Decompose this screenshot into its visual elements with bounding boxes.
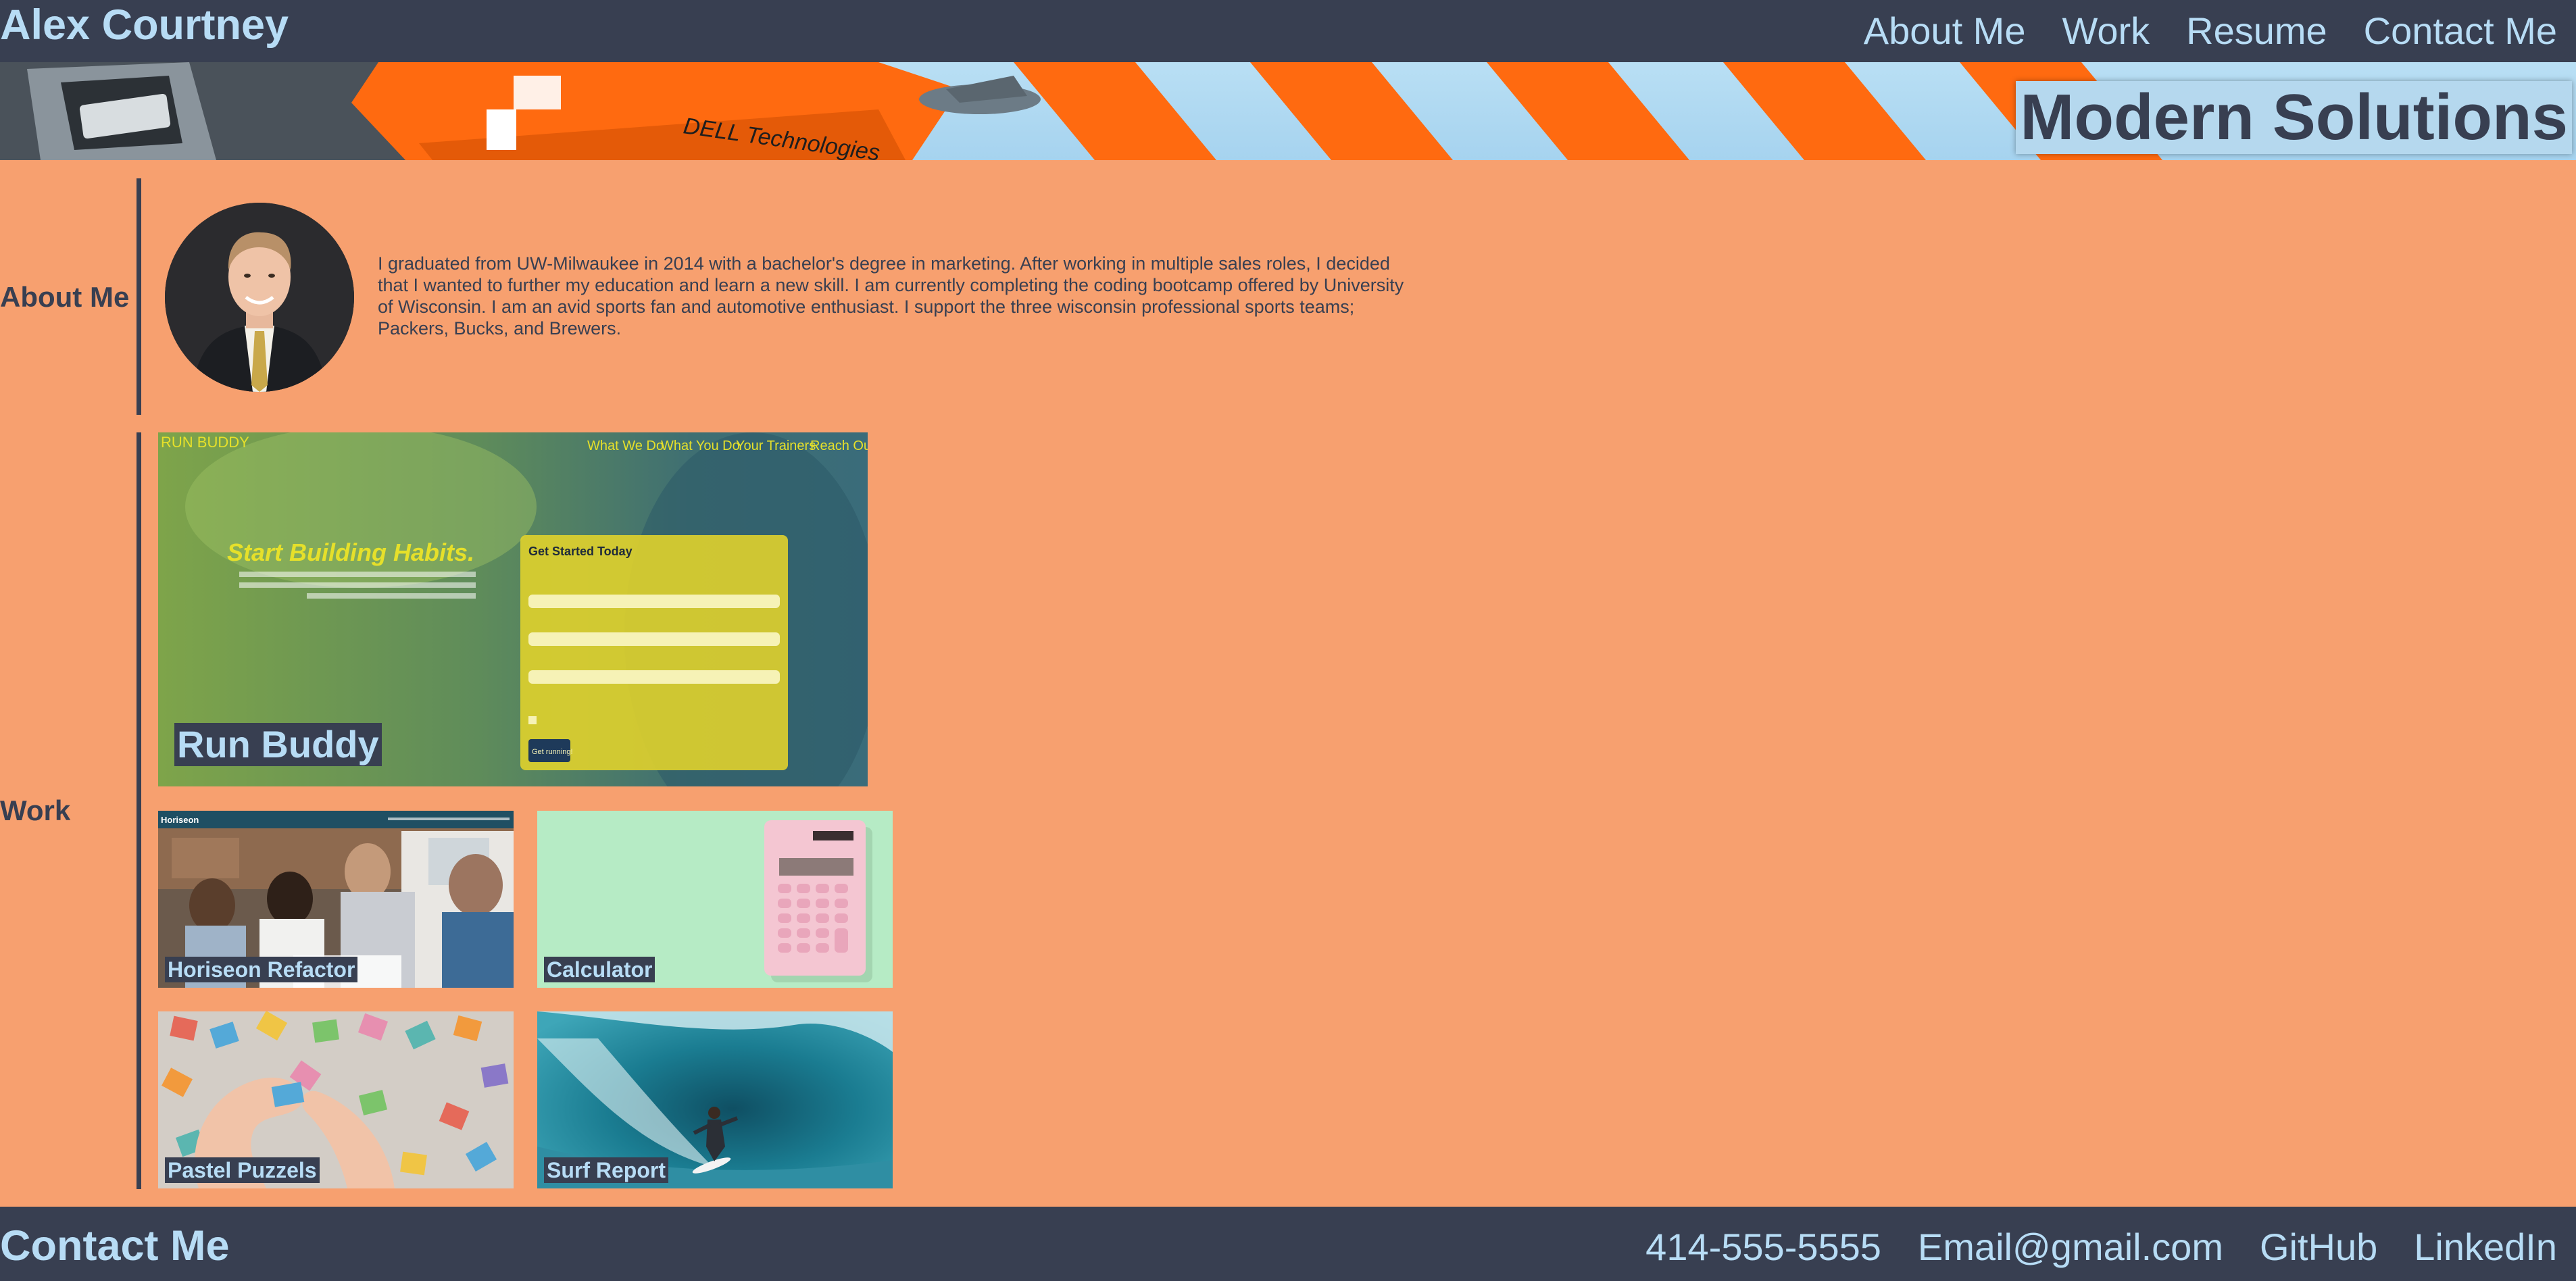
work-heading: Work <box>0 795 71 826</box>
project-card-pastel-puzzels[interactable]: Pastel Puzzels <box>158 1011 514 1188</box>
nav-resume[interactable]: Resume <box>2186 7 2327 55</box>
contact-me-heading: Contact Me <box>0 1222 230 1270</box>
run-buddy-nav-1: What We Do <box>587 438 664 453</box>
horiseon-refactor-label: Horiseon Refactor <box>165 957 358 982</box>
email-link[interactable]: Email@gmail.com <box>1918 1223 2223 1272</box>
nav-work[interactable]: Work <box>2062 7 2150 55</box>
horiseon-brand: Horiseon <box>161 815 199 825</box>
run-buddy-nav-2: What You Do <box>661 438 740 453</box>
run-buddy-headline: Start Building Habits. <box>227 538 474 566</box>
race-car <box>0 62 1041 160</box>
hero-banner: DELL Technologies Modern Solutions <box>0 62 2576 160</box>
run-buddy-brand: RUN BUDDY <box>161 434 249 451</box>
about-me-divider <box>137 178 141 415</box>
run-buddy-label: Run Buddy <box>174 723 382 766</box>
run-buddy-form-title: Get Started Today <box>528 545 633 558</box>
run-buddy-nav-3: Your Trainers <box>736 438 816 453</box>
nav-about-me[interactable]: About Me <box>1864 7 2026 55</box>
main-nav: About Me Work Resume Contact Me <box>1864 7 2557 55</box>
pastel-puzzels-label: Pastel Puzzels <box>165 1157 320 1183</box>
project-card-run-buddy[interactable]: RUN BUDDY What We Do What You Do Your Tr… <box>158 432 868 786</box>
contact-links: 414-555-5555 Email@gmail.com GitHub Link… <box>1645 1223 2557 1272</box>
site-footer: Contact Me 414-555-5555 Email@gmail.com … <box>0 1207 2576 1281</box>
banner-tagline: Modern Solutions <box>2016 81 2572 154</box>
project-card-calculator[interactable]: Calculator <box>537 811 893 988</box>
run-buddy-nav-4: Reach Out <box>810 438 868 453</box>
project-card-horiseon-refactor[interactable]: Horiseon Horiseon Refactor <box>158 811 514 988</box>
profile-photo <box>165 203 354 392</box>
work-divider <box>137 432 141 1189</box>
about-me-heading: About Me <box>0 281 130 313</box>
phone-link[interactable]: 414-555-5555 <box>1645 1223 1881 1272</box>
run-buddy-form-button: Get running! <box>532 748 573 756</box>
linkedin-link[interactable]: LinkedIn <box>2414 1223 2557 1272</box>
github-link[interactable]: GitHub <box>2260 1223 2377 1272</box>
site-header: Alex Courtney About Me Work Resume Conta… <box>0 0 2576 62</box>
nav-contact-me[interactable]: Contact Me <box>2364 7 2557 55</box>
calculator-label: Calculator <box>544 957 655 982</box>
person-portrait <box>165 203 354 392</box>
site-name[interactable]: Alex Courtney <box>0 1 289 49</box>
project-card-surf-report[interactable]: Surf Report <box>537 1011 893 1188</box>
surf-report-label: Surf Report <box>544 1157 668 1183</box>
about-me-text: I graduated from UW-Milwaukee in 2014 wi… <box>378 253 1404 338</box>
